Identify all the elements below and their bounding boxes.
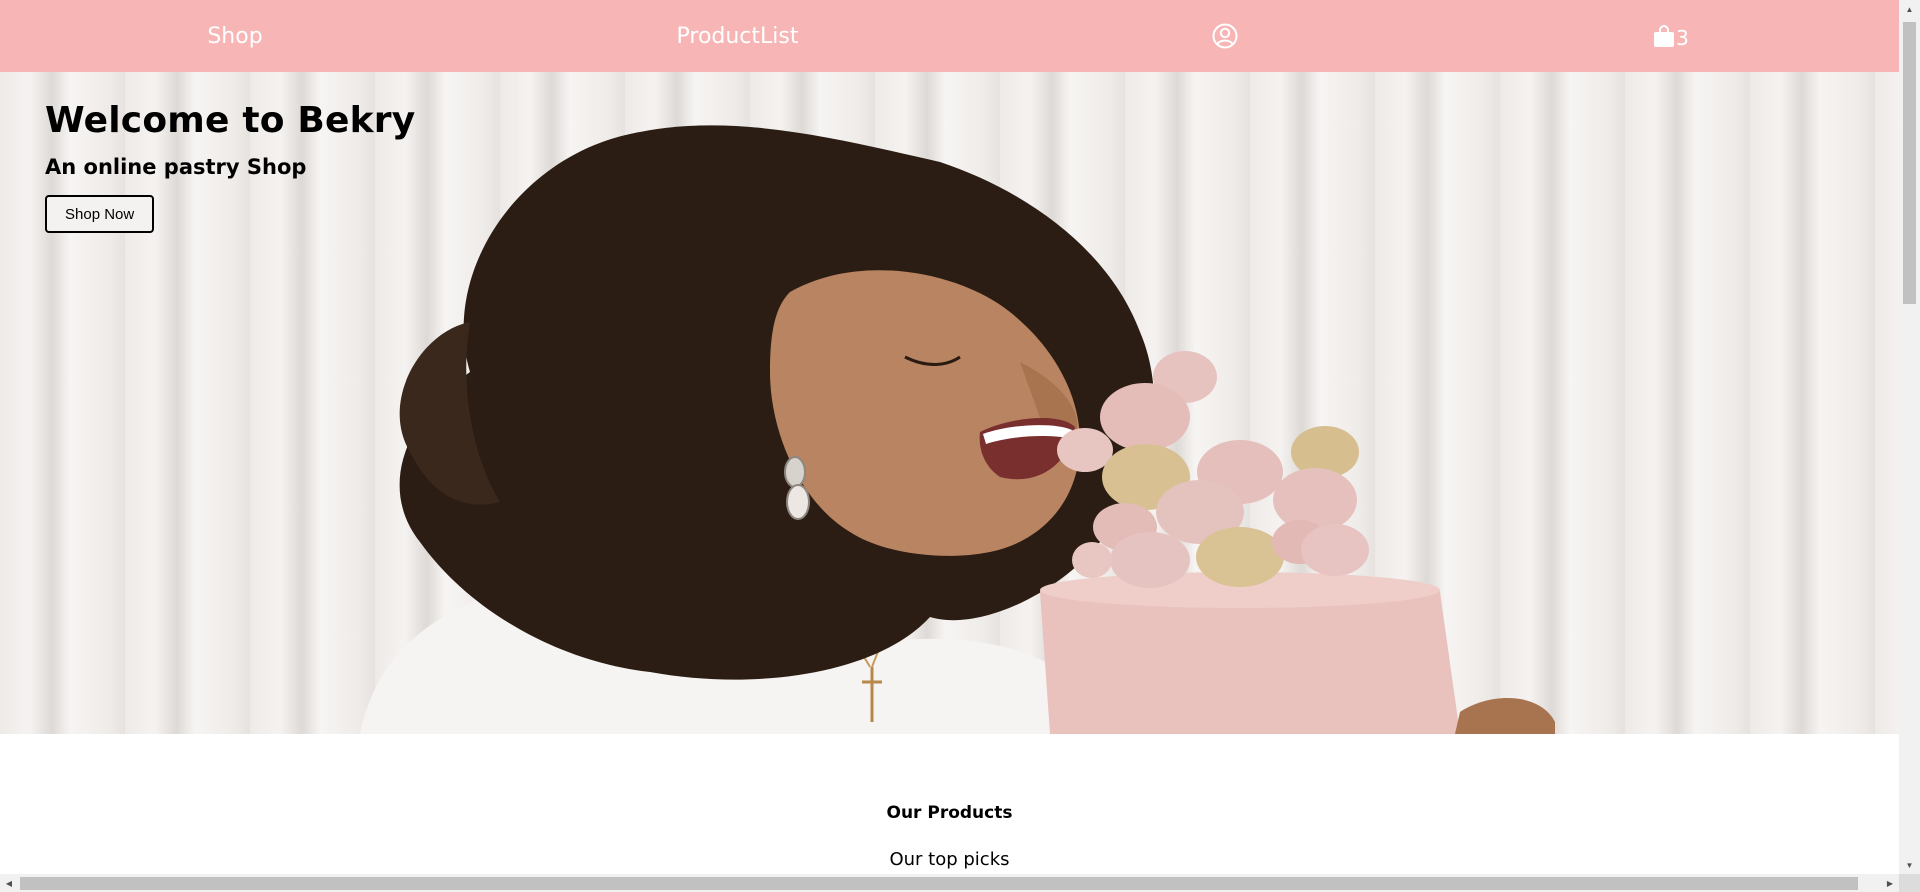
user-circle-icon bbox=[1212, 23, 1238, 49]
shopping-bag-icon bbox=[1654, 25, 1675, 47]
horizontal-scrollbar[interactable]: ◀ ▶ bbox=[0, 874, 1899, 892]
scrollbar-corner bbox=[1899, 874, 1920, 892]
nav-shop-link[interactable]: Shop bbox=[185, 0, 285, 72]
hero-title: Welcome to Bekry bbox=[45, 100, 416, 141]
scroll-right-arrow-icon[interactable]: ▶ bbox=[1881, 874, 1899, 892]
vertical-scrollbar[interactable]: ▲ ▼ bbox=[1899, 0, 1920, 874]
scroll-left-arrow-icon[interactable]: ◀ bbox=[0, 874, 18, 892]
hero-subtitle: An online pastry Shop bbox=[45, 155, 307, 179]
nav-shop-label: Shop bbox=[207, 23, 263, 49]
shop-now-button[interactable]: Shop Now bbox=[45, 195, 155, 233]
products-subheading: Our top picks bbox=[889, 849, 1010, 870]
top-navbar: Shop ProductList 3 bbox=[0, 0, 1899, 72]
scroll-down-arrow-icon[interactable]: ▼ bbox=[1899, 856, 1920, 874]
nav-productlist-link[interactable]: ProductList bbox=[660, 0, 815, 72]
page: Shop ProductList 3 Welcome to Bekry An o… bbox=[0, 0, 1899, 874]
hero-banner: Welcome to Bekry An online pastry Shop S… bbox=[0, 72, 1899, 734]
horizontal-scroll-thumb[interactable] bbox=[20, 877, 1858, 890]
scroll-up-arrow-icon[interactable]: ▲ bbox=[1899, 0, 1920, 18]
vertical-scroll-thumb[interactable] bbox=[1903, 22, 1916, 304]
products-heading: Our Products bbox=[886, 803, 1013, 823]
cart-count-badge: 3 bbox=[1676, 26, 1689, 50]
nav-productlist-label: ProductList bbox=[676, 23, 799, 49]
hero-text-block: Welcome to Bekry An online pastry Shop S… bbox=[45, 100, 415, 233]
cart-link[interactable]: 3 bbox=[1650, 0, 1692, 72]
user-account-link[interactable] bbox=[1210, 0, 1240, 72]
